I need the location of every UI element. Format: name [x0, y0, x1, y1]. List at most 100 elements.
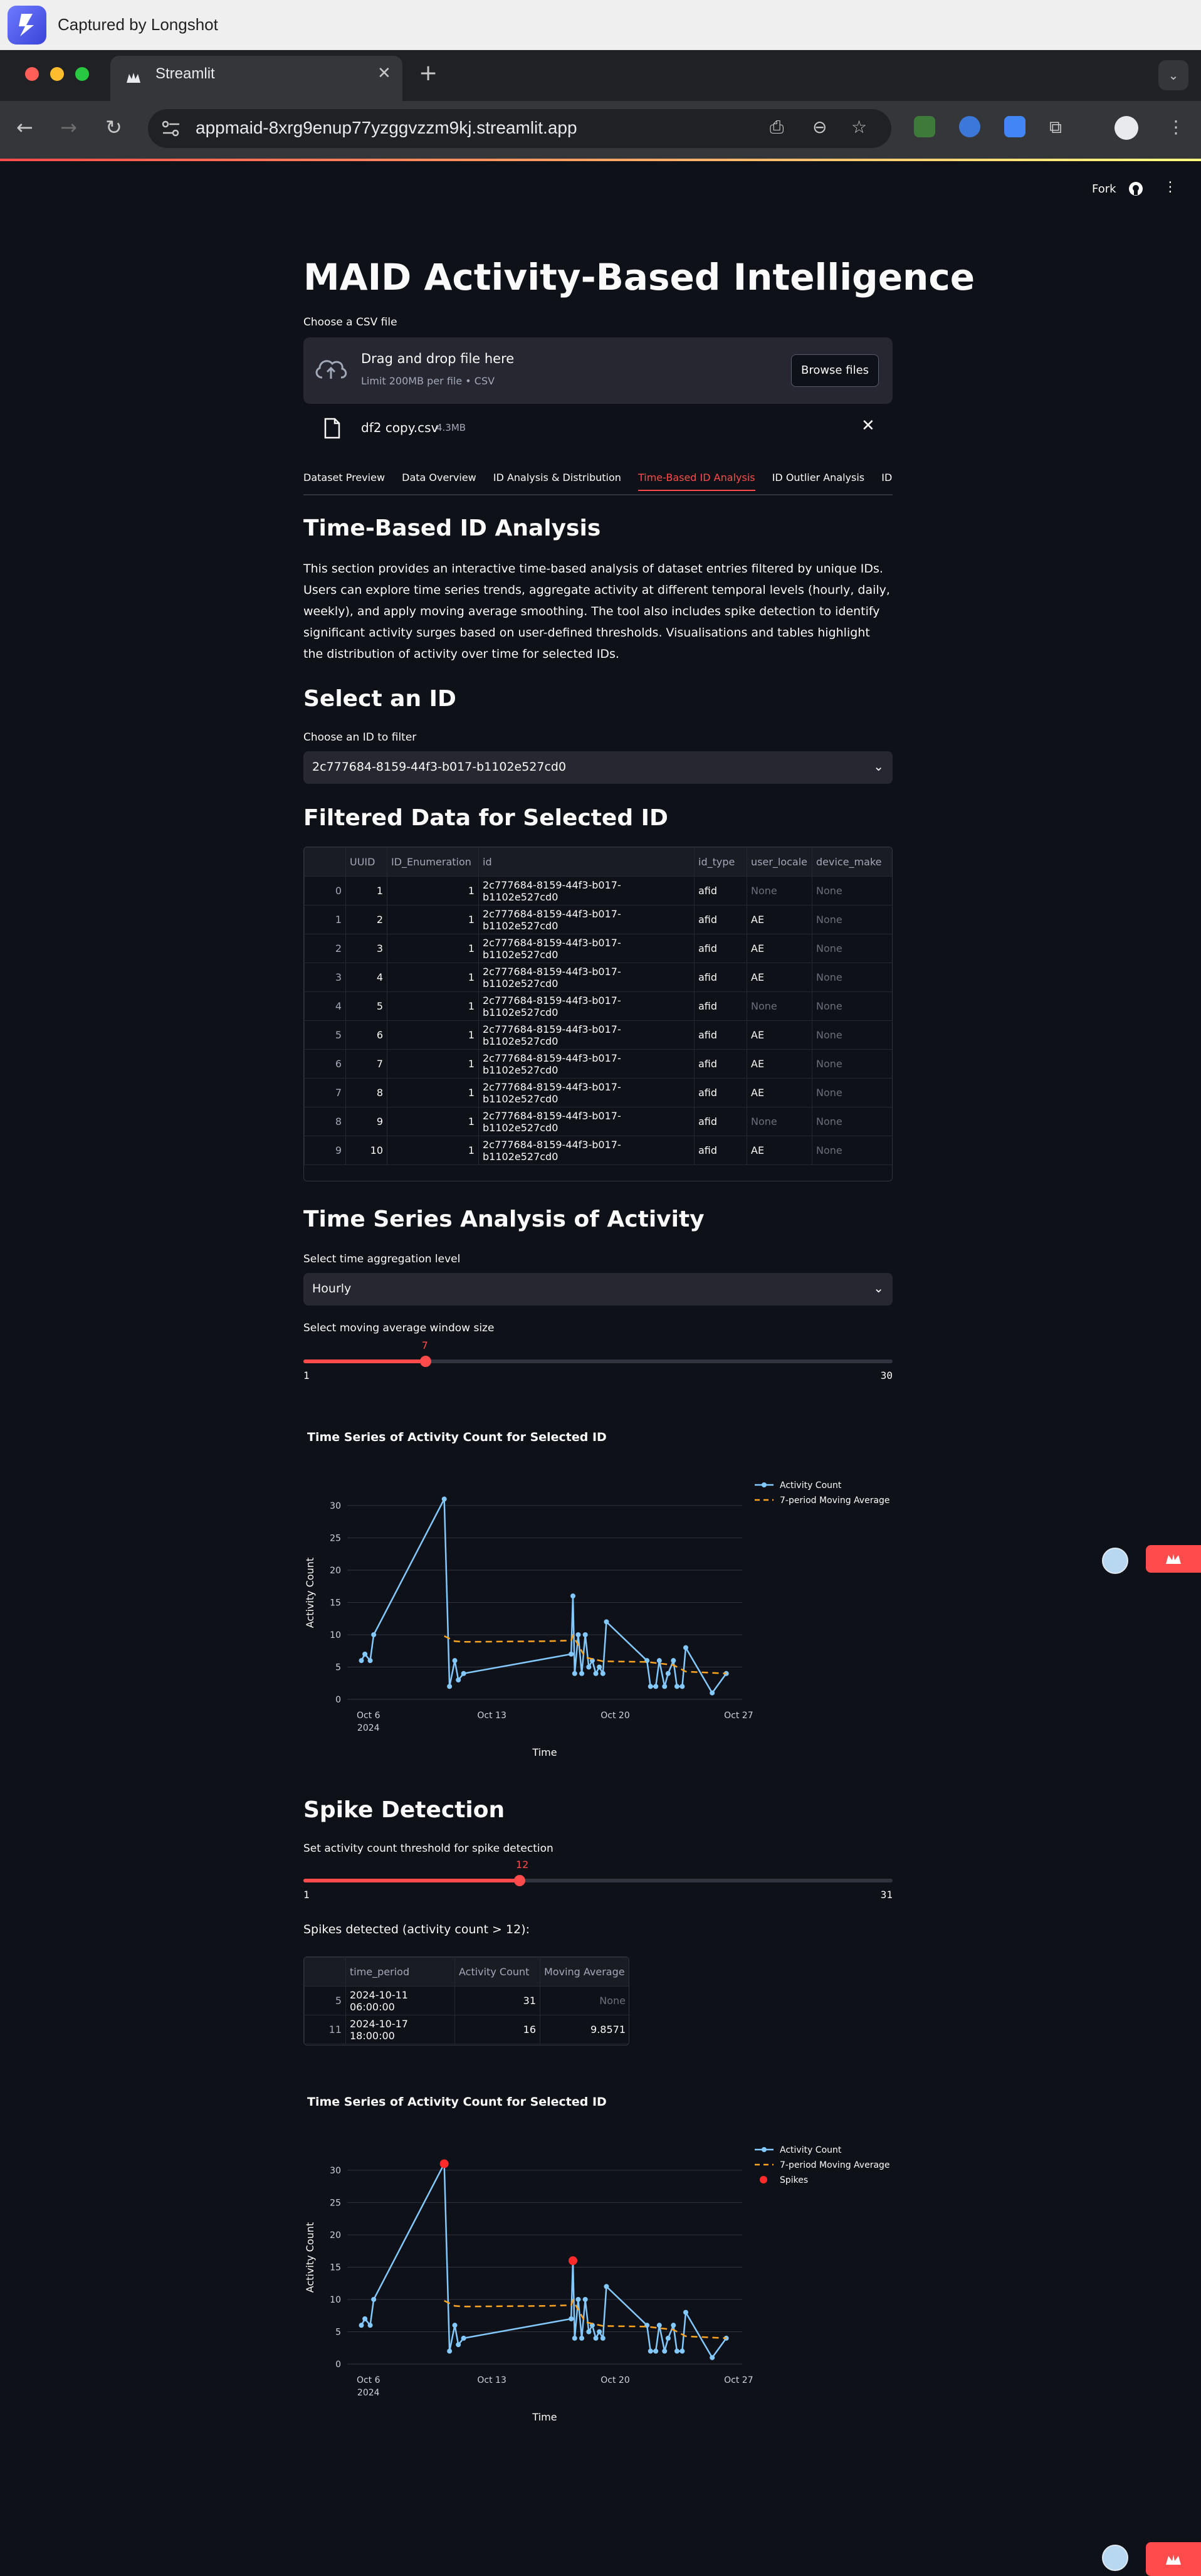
browser-tab[interactable]	[110, 56, 402, 101]
zoom-icon[interactable]: ⊖	[812, 117, 827, 137]
tab-id-outlier-analysis[interactable]: ID Outlier Analysis	[772, 472, 864, 490]
extensions-puzzle-icon[interactable]: ⧉	[1049, 117, 1062, 138]
aggregation-select[interactable]: Hourly ⌄	[303, 1273, 893, 1306]
streamlit-manage-button[interactable]	[1146, 2542, 1201, 2576]
table-cell[interactable]: 2c777684-8159-44f3-b017-b1102e527cd0	[478, 1049, 695, 1079]
site-settings-icon[interactable]	[160, 119, 182, 139]
row-index[interactable]: 1	[304, 905, 346, 934]
table-cell[interactable]: 16	[454, 2015, 540, 2044]
row-index[interactable]: 0	[304, 876, 346, 905]
table-cell[interactable]: None	[812, 905, 892, 934]
table-cell[interactable]: 1	[387, 1078, 479, 1107]
column-header[interactable]: Moving Average	[540, 1957, 629, 1987]
slider-thumb[interactable]	[513, 1875, 525, 1886]
table-row[interactable]: 1 2 1 2c777684-8159-44f3-b017-b1102e527cd0 a…	[304, 905, 892, 934]
window-minimize-button[interactable]	[50, 67, 64, 81]
table-cell[interactable]: afid	[694, 876, 747, 905]
table-cell[interactable]: None	[812, 991, 892, 1021]
table-cell[interactable]: 9.8571	[540, 2015, 629, 2044]
row-index[interactable]: 11	[304, 2015, 346, 2044]
spikes-line-chart[interactable]: Time Series of Activity Count for Select…	[303, 2088, 893, 2439]
column-header[interactable]: id	[478, 847, 695, 877]
table-cell[interactable]: None	[747, 876, 812, 905]
table-row[interactable]: 9 10 1 2c777684-8159-44f3-b017-b1102e527cd0…	[304, 1136, 892, 1165]
table-cell[interactable]: 2c777684-8159-44f3-b017-b1102e527cd0	[478, 876, 695, 905]
table-cell[interactable]: None	[747, 1107, 812, 1136]
table-cell[interactable]: 2c777684-8159-44f3-b017-b1102e527cd0	[478, 1020, 695, 1050]
table-cell[interactable]: 2	[345, 905, 387, 934]
table-cell[interactable]: 6	[345, 1020, 387, 1050]
row-index[interactable]: 9	[304, 1136, 346, 1165]
table-cell[interactable]: 2c777684-8159-44f3-b017-b1102e527cd0	[478, 1136, 695, 1165]
tab-id-filter[interactable]: ID Filter C	[881, 472, 893, 490]
column-header[interactable]: Activity Count	[454, 1957, 540, 1987]
github-icon[interactable]	[1128, 181, 1143, 196]
row-index[interactable]: 6	[304, 1049, 346, 1079]
table-cell[interactable]: AE	[747, 1020, 812, 1050]
table-cell[interactable]: 1	[387, 1020, 479, 1050]
column-header[interactable]	[304, 847, 346, 877]
forward-arrow-icon[interactable]: →	[60, 115, 77, 139]
table-cell[interactable]: 2c777684-8159-44f3-b017-b1102e527cd0	[478, 905, 695, 934]
table-cell[interactable]: None	[812, 1078, 892, 1107]
window-zoom-button[interactable]	[75, 67, 89, 81]
activity-line-chart[interactable]: Time Series of Activity Count for Select…	[303, 1423, 893, 1775]
row-index[interactable]: 5	[304, 1986, 346, 2015]
spikes-table[interactable]: time_period Activity Count Moving Averag…	[303, 1956, 629, 2045]
tab-id-analysis-distribution[interactable]: ID Analysis & Distribution	[493, 472, 621, 490]
table-cell[interactable]: 1	[387, 876, 479, 905]
table-cell[interactable]: None	[812, 1020, 892, 1050]
table-cell[interactable]: None	[540, 1986, 629, 2015]
browser-menu-icon[interactable]: ⋮	[1167, 117, 1185, 137]
filtered-data-table[interactable]: UUID ID_Enumeration id id_type user_loca…	[303, 847, 893, 1181]
window-close-button[interactable]	[25, 67, 39, 81]
table-cell[interactable]: 4	[345, 963, 387, 992]
column-header[interactable]: device_make	[812, 847, 892, 877]
table-cell[interactable]: None	[812, 934, 892, 963]
row-index[interactable]: 3	[304, 963, 346, 992]
table-row[interactable]: 7 8 1 2c777684-8159-44f3-b017-b1102e527cd0 a…	[304, 1078, 892, 1107]
column-header[interactable]: ID_Enumeration	[387, 847, 479, 877]
table-cell[interactable]: 1	[387, 963, 479, 992]
table-cell[interactable]: afid	[694, 1078, 747, 1107]
back-arrow-icon[interactable]: ←	[16, 115, 33, 139]
table-cell[interactable]: AE	[747, 1049, 812, 1079]
table-cell[interactable]: afid	[694, 1049, 747, 1079]
table-cell[interactable]: AE	[747, 1078, 812, 1107]
row-index[interactable]: 7	[304, 1078, 346, 1107]
table-row[interactable]: 3 4 1 2c777684-8159-44f3-b017-b1102e527cd0 a…	[304, 963, 892, 992]
extension-tree-icon[interactable]	[914, 116, 935, 137]
profile-avatar[interactable]	[1114, 116, 1138, 140]
table-cell[interactable]: 1	[387, 1049, 479, 1079]
tab-search-chevron-icon[interactable]: ⌄	[1158, 60, 1188, 90]
table-cell[interactable]: 2c777684-8159-44f3-b017-b1102e527cd0	[478, 934, 695, 963]
table-cell[interactable]: afid	[694, 963, 747, 992]
table-cell[interactable]: afid	[694, 1020, 747, 1050]
table-cell[interactable]: None	[812, 1136, 892, 1165]
viewer-avatar[interactable]	[1102, 1548, 1128, 1574]
row-index[interactable]: 8	[304, 1107, 346, 1136]
table-cell[interactable]: afid	[694, 934, 747, 963]
table-row[interactable]: 11 2024-10-17 18:00:00 16 9.8571	[304, 2015, 629, 2044]
install-app-icon[interactable]: ⎙	[770, 117, 784, 138]
column-header[interactable]: id_type	[694, 847, 747, 877]
table-cell[interactable]: AE	[747, 963, 812, 992]
table-row[interactable]: 8 9 1 2c777684-8159-44f3-b017-b1102e527cd0 a…	[304, 1107, 892, 1136]
table-cell[interactable]: None	[812, 1049, 892, 1079]
threshold-slider[interactable]: 12 1 31	[303, 1859, 893, 1901]
table-cell[interactable]: 2024-10-17 18:00:00	[345, 2015, 455, 2044]
row-index[interactable]: 2	[304, 934, 346, 963]
table-cell[interactable]: None	[747, 991, 812, 1021]
column-header[interactable]: time_period	[345, 1957, 455, 1987]
table-cell[interactable]: 7	[345, 1049, 387, 1079]
remove-file-icon[interactable]: ✕	[861, 416, 875, 435]
reload-icon[interactable]: ↻	[105, 115, 122, 139]
ma-window-slider[interactable]: 7 1 30	[303, 1339, 893, 1381]
table-cell[interactable]: AE	[747, 1136, 812, 1165]
app-menu-kebab-icon[interactable]: ⋮	[1163, 179, 1177, 195]
table-cell[interactable]: afid	[694, 1107, 747, 1136]
table-cell[interactable]: None	[812, 963, 892, 992]
table-cell[interactable]: 1	[387, 905, 479, 934]
viewer-avatar[interactable]	[1102, 2545, 1128, 2571]
browse-files-button[interactable]: Browse files	[791, 354, 879, 387]
